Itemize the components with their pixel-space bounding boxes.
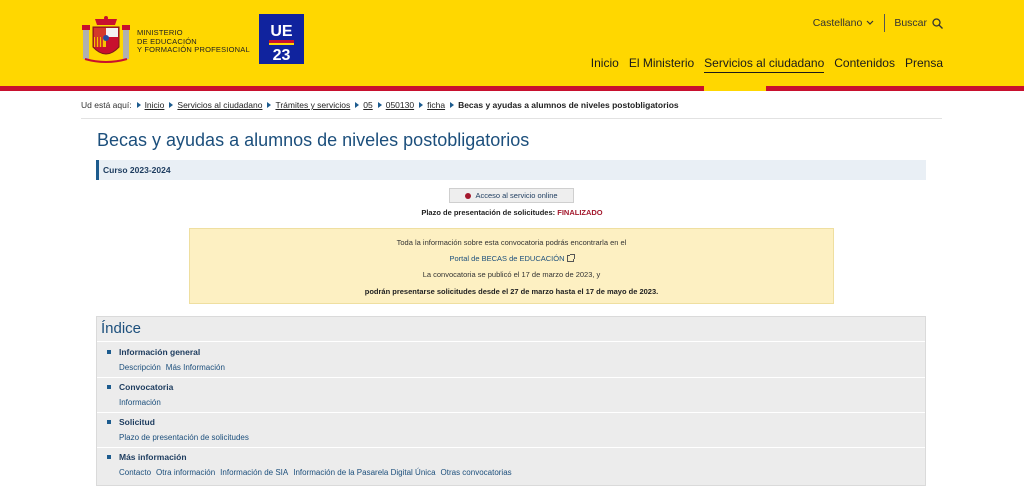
breadcrumb-prefix: Ud está aquí: xyxy=(81,100,132,110)
svg-text:23: 23 xyxy=(273,47,291,64)
link-informacion[interactable]: Información xyxy=(119,398,161,407)
link-plazo-presentacion[interactable]: Plazo de presentación de solicitudes xyxy=(119,433,249,442)
plazo-label: Plazo de presentación de solicitudes: xyxy=(421,208,556,217)
info-line-3: La convocatoria se publicó el 17 de marz… xyxy=(422,270,601,279)
index-panel: Índice Información general Descripción M… xyxy=(96,316,926,486)
index-title: Índice xyxy=(101,320,142,337)
breadcrumb-arrow-icon xyxy=(169,102,174,108)
info-notice-box: Toda la información sobre esta convocato… xyxy=(189,228,834,304)
breadcrumb-arrow-icon xyxy=(450,102,455,108)
index-section-solicitud: Solicitud Plazo de presentación de solic… xyxy=(107,417,249,442)
nav-item-servicios-al-ciudadano[interactable]: Servicios al ciudadano xyxy=(704,56,825,73)
section-title[interactable]: Más información xyxy=(119,452,187,462)
square-bullet-icon xyxy=(107,455,111,459)
nav-item-prensa[interactable]: Prensa xyxy=(905,56,943,73)
search-icon xyxy=(932,17,943,29)
info-line-4: podrán presentarse solicitudes desde el … xyxy=(364,287,659,296)
section-title[interactable]: Información general xyxy=(119,347,200,357)
square-bullet-icon xyxy=(107,350,111,354)
header-stripe-gap xyxy=(704,86,766,91)
main-nav: Inicio El Ministerio Servicios al ciudad… xyxy=(591,56,943,73)
site-header: MINISTERIO DE EDUCACIÓN Y FORMACIÓN PROF… xyxy=(0,0,1024,91)
plazo-status-value: FINALIZADO xyxy=(557,208,603,217)
svg-text:UE: UE xyxy=(270,23,293,40)
ue23-logo-icon[interactable]: UE 23 xyxy=(259,14,304,64)
breadcrumb: Ud está aquí: Inicio Servicios al ciudad… xyxy=(81,100,679,110)
top-utilities: Castellano Buscar xyxy=(813,14,943,32)
link-descripcion[interactable]: Descripción xyxy=(119,363,161,372)
index-section-convocatoria: Convocatoria Información xyxy=(107,382,173,407)
nav-item-inicio[interactable]: Inicio xyxy=(591,56,619,73)
square-bullet-icon xyxy=(107,420,111,424)
info-line-1: Toda la información sobre esta convocato… xyxy=(396,238,627,247)
external-link-icon xyxy=(566,254,575,262)
curso-bar: Curso 2023-2024 xyxy=(96,160,926,180)
breadcrumb-link-05[interactable]: 05 xyxy=(363,100,372,110)
plazo-status: Plazo de presentación de solicitudes: FI… xyxy=(0,208,1024,217)
bullet-dot-icon xyxy=(465,192,472,199)
breadcrumb-link-inicio[interactable]: Inicio xyxy=(145,100,165,110)
breadcrumb-link-servicios[interactable]: Servicios al ciudadano xyxy=(177,100,262,110)
index-section-informacion-general: Información general Descripción Más Info… xyxy=(107,347,225,372)
portal-becas-link[interactable]: Portal de BECAS de EDUCACIÓN xyxy=(449,254,564,263)
access-online-button[interactable]: Acceso al servicio online xyxy=(449,188,574,203)
ministry-name[interactable]: MINISTERIO DE EDUCACIÓN Y FORMACIÓN PROF… xyxy=(137,28,250,55)
index-divider xyxy=(97,377,925,378)
breadcrumb-current: Becas y ayudas a alumnos de niveles post… xyxy=(458,100,679,110)
header-red-stripe xyxy=(0,86,1024,91)
breadcrumb-link-ficha[interactable]: ficha xyxy=(427,100,445,110)
index-divider xyxy=(97,341,925,342)
breadcrumb-arrow-icon xyxy=(136,102,141,108)
language-label: Castellano xyxy=(812,17,863,29)
breadcrumb-arrow-icon xyxy=(419,102,424,108)
search-button[interactable]: Buscar xyxy=(885,17,943,29)
access-online-label: Acceso al servicio online xyxy=(475,191,558,200)
section-title[interactable]: Convocatoria xyxy=(119,382,173,392)
search-label: Buscar xyxy=(894,17,927,29)
nav-item-el-ministerio[interactable]: El Ministerio xyxy=(629,56,694,73)
breadcrumb-arrow-icon xyxy=(355,102,360,108)
breadcrumb-arrow-icon xyxy=(377,102,382,108)
coat-of-arms-icon[interactable] xyxy=(81,15,131,65)
index-section-mas-informacion: Más información Contacto Otra informació… xyxy=(107,452,512,477)
chevron-down-icon xyxy=(866,20,874,25)
breadcrumb-arrow-icon xyxy=(267,102,272,108)
breadcrumb-link-tramites[interactable]: Trámites y servicios xyxy=(275,100,350,110)
section-title[interactable]: Solicitud xyxy=(119,417,155,427)
breadcrumb-link-050130[interactable]: 050130 xyxy=(386,100,414,110)
nav-item-contenidos[interactable]: Contenidos xyxy=(834,56,895,73)
square-bullet-icon xyxy=(107,385,111,389)
link-mas-informacion[interactable]: Más Información xyxy=(166,363,225,372)
page-title: Becas y ayudas a alumnos de niveles post… xyxy=(97,130,530,150)
breadcrumb-divider xyxy=(81,118,942,119)
index-divider xyxy=(97,412,925,413)
portal-becas-link-row: Portal de BECAS de EDUCACIÓN xyxy=(190,254,833,263)
language-selector[interactable]: Castellano xyxy=(813,14,886,32)
ministry-line-3: Y FORMACIÓN PROFESIONAL xyxy=(137,45,250,54)
index-divider xyxy=(97,447,925,448)
